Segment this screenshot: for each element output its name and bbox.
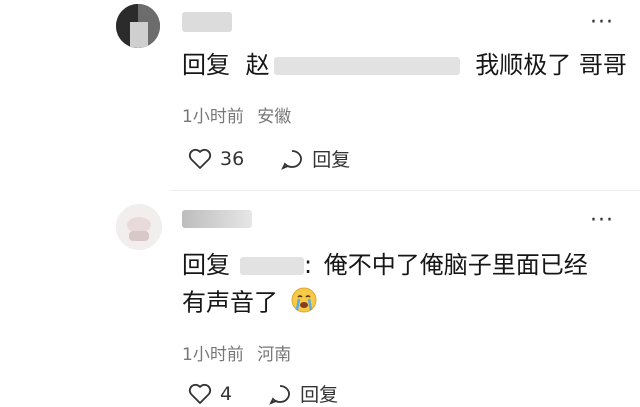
comment-bubble-icon [269, 384, 291, 405]
reply-separator: : [304, 251, 313, 279]
reply-prefix: 回复 [182, 51, 230, 79]
reply-content: 回复: 俺不中了俺脑子里面已经 [182, 250, 588, 280]
more-dots-icon[interactable]: ··· [590, 210, 614, 232]
crying-face-icon [290, 286, 318, 321]
comment-time: 1小时前 [182, 345, 244, 365]
like-button[interactable]: 4 [188, 383, 232, 405]
comment-actions: 36 回复 [188, 145, 386, 172]
like-count: 36 [220, 147, 245, 170]
comment-location: 河南 [257, 345, 292, 365]
heart-icon [188, 383, 212, 404]
comment-meta: 1小时前 河南 [182, 340, 291, 365]
comment-meta: 1小时前 安徽 [182, 102, 291, 127]
reply-target-name[interactable]: 赵 [246, 51, 270, 79]
comment-actions: 4 回复 [188, 380, 374, 407]
comment-item: ··· 回复: 俺不中了俺脑子里面已经 有声音了 1小时前 河南 4 回复 [0, 190, 640, 406]
like-count: 4 [220, 382, 233, 405]
heart-icon [188, 148, 212, 169]
reply-content: 回复 赵 我顺极了 哥哥 [182, 50, 627, 80]
reply-target-blurred[interactable] [240, 257, 304, 275]
comment-bubble-icon [281, 149, 303, 170]
username-blurred[interactable] [182, 12, 232, 32]
reply-button[interactable]: 回复 [280, 145, 350, 172]
reply-text-line2: 有声音了 [182, 288, 278, 317]
comment-item: ··· 回复 赵 我顺极了 哥哥 1小时前 安徽 36 回复 [0, 0, 640, 190]
username-blurred[interactable] [182, 210, 252, 228]
reply-text: 我顺极了 哥哥 [475, 51, 627, 79]
comment-location: 安徽 [257, 107, 292, 127]
reply-target-blurred [273, 57, 460, 75]
reply-label: 回复 [312, 149, 351, 171]
more-dots-icon[interactable]: ··· [590, 12, 614, 34]
reply-text-line1: 俺不中了俺脑子里面已经 [323, 251, 588, 279]
avatar[interactable] [116, 204, 162, 250]
reply-button[interactable]: 回复 [268, 380, 338, 407]
reply-prefix: 回复 [182, 251, 230, 279]
avatar[interactable] [116, 4, 160, 48]
reply-label: 回复 [300, 384, 339, 406]
like-button[interactable]: 36 [188, 148, 244, 170]
reply-content-continued: 有声音了 [182, 286, 318, 321]
comment-time: 1小时前 [182, 107, 244, 127]
